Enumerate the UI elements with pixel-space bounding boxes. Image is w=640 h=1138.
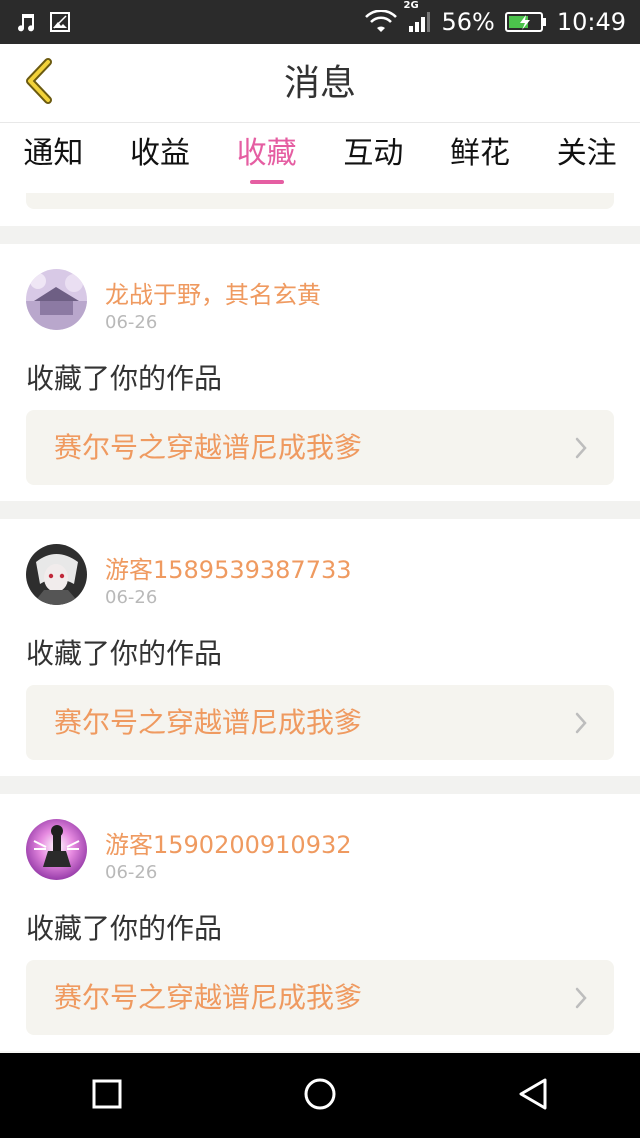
action-text: 收藏了你的作品: [26, 637, 223, 670]
action-text: 收藏了你的作品: [26, 912, 223, 945]
square-icon: [91, 1078, 123, 1114]
image-icon: [48, 10, 72, 34]
message-card: 龙战于野，其名玄黄 06-26 收藏了你的作品 赛尔号之穿越谱尼成我爹: [0, 244, 640, 501]
tab-follows[interactable]: 关注: [533, 123, 640, 193]
tab-notifications[interactable]: 通知: [0, 123, 107, 193]
active-tab-indicator: [249, 180, 284, 184]
tab-flowers[interactable]: 鲜花: [427, 123, 534, 193]
network-type: 2G: [403, 0, 419, 11]
message-date: 06-26: [105, 587, 158, 608]
chevron-right-icon: [574, 711, 588, 739]
work-title: 赛尔号之穿越谱尼成我爹: [54, 431, 363, 464]
user-name[interactable]: 龙战于野，其名玄黄: [105, 275, 321, 310]
recents-button[interactable]: [67, 1056, 147, 1136]
tab-bar: 通知 收益 收藏 互动 鲜花 关注: [0, 123, 640, 193]
back-nav-button[interactable]: [493, 1056, 573, 1136]
home-button[interactable]: [280, 1056, 360, 1136]
circle-icon: [302, 1076, 338, 1116]
system-nav-bar: [0, 1053, 640, 1138]
avatar[interactable]: [26, 819, 87, 880]
action-text: 收藏了你的作品: [26, 362, 223, 395]
work-title: 赛尔号之穿越谱尼成我爹: [54, 706, 363, 739]
signal-icon: 2G: [403, 0, 431, 34]
wifi-icon: [365, 10, 398, 34]
partial-work-box[interactable]: [26, 193, 614, 209]
battery-icon: [504, 11, 547, 33]
chevron-right-icon: [574, 436, 588, 464]
status-right: 2G 56% 10:49: [365, 0, 626, 36]
tab-label: 互动: [343, 136, 404, 171]
tab-label: 收藏: [236, 136, 297, 171]
tab-favorites[interactable]: 收藏: [213, 123, 320, 193]
app-header: 消息: [0, 44, 640, 123]
message-feed[interactable]: 龙战于野，其名玄黄 06-26 收藏了你的作品 赛尔号之穿越谱尼成我爹 游客15…: [0, 193, 640, 1053]
avatar[interactable]: [26, 269, 87, 330]
work-link[interactable]: 赛尔号之穿越谱尼成我爹: [26, 410, 614, 485]
divider: [0, 501, 640, 519]
work-link[interactable]: 赛尔号之穿越谱尼成我爹: [26, 960, 614, 1035]
message-card: 游客1590200910932 06-26 收藏了你的作品 赛尔号之穿越谱尼成我…: [0, 794, 640, 1051]
chevron-right-icon: [574, 986, 588, 1014]
user-name[interactable]: 游客1589539387733: [105, 550, 352, 585]
page-title: 消息: [283, 63, 356, 104]
user-name[interactable]: 游客1590200910932: [105, 825, 352, 860]
battery-percent: 56%: [441, 8, 495, 36]
tab-label: 通知: [23, 136, 84, 171]
tab-label: 鲜花: [450, 136, 511, 171]
message-date: 06-26: [105, 312, 158, 333]
avatar[interactable]: [26, 544, 87, 605]
status-bar: 2G 56% 10:49: [0, 0, 640, 44]
music-icon: [14, 10, 38, 34]
clock-time: 10:49: [556, 8, 626, 36]
tab-earnings[interactable]: 收益: [107, 123, 214, 193]
triangle-back-icon: [516, 1076, 550, 1116]
status-left: [14, 10, 72, 34]
tab-label: 关注: [556, 136, 617, 171]
work-title: 赛尔号之穿越谱尼成我爹: [54, 981, 363, 1014]
divider: [0, 776, 640, 794]
divider: [0, 226, 640, 244]
work-link[interactable]: 赛尔号之穿越谱尼成我爹: [26, 685, 614, 760]
message-date: 06-26: [105, 862, 158, 883]
message-card: 游客1589539387733 06-26 收藏了你的作品 赛尔号之穿越谱尼成我…: [0, 519, 640, 776]
tab-label: 收益: [130, 136, 190, 171]
partial-card: [0, 193, 640, 226]
tab-interactions[interactable]: 互动: [320, 123, 427, 193]
